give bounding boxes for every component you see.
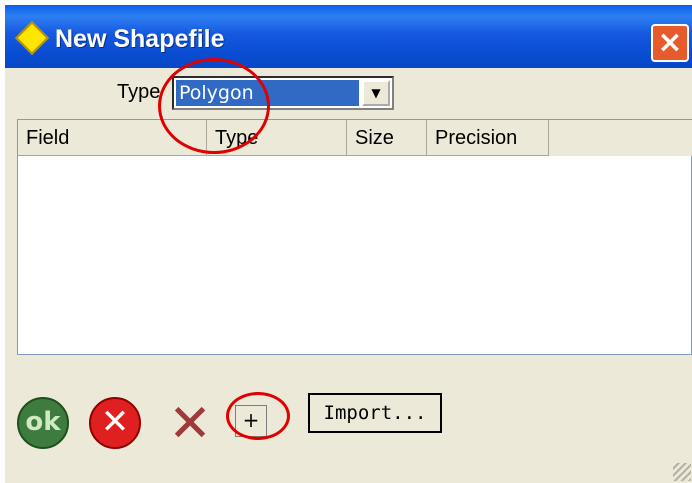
- cancel-button[interactable]: ✕: [89, 397, 141, 449]
- close-button[interactable]: ×: [651, 24, 689, 62]
- fields-table[interactable]: Field Type Size Precision: [17, 119, 692, 355]
- chevron-down-icon: ▼: [371, 86, 381, 100]
- delete-field-button[interactable]: ✕: [165, 398, 215, 450]
- cancel-icon: ✕: [100, 402, 130, 442]
- highlight-circle-add: [226, 392, 290, 440]
- diamond-icon: [15, 21, 49, 55]
- ok-button-label: ok: [25, 407, 61, 437]
- delete-icon: ✕: [168, 394, 212, 454]
- close-icon: ×: [657, 25, 683, 60]
- new-shapefile-dialog: New Shapefile × Type Polygon ▼ Field Typ…: [5, 5, 692, 483]
- resize-grip[interactable]: [673, 463, 691, 481]
- title-bar[interactable]: New Shapefile ×: [5, 5, 692, 68]
- column-header-precision[interactable]: Precision: [427, 120, 549, 156]
- type-label: Type: [117, 81, 161, 103]
- type-dropdown-button[interactable]: ▼: [362, 80, 390, 106]
- import-button[interactable]: Import...: [308, 393, 442, 433]
- table-header: Field Type Size Precision: [18, 120, 692, 156]
- column-header-size[interactable]: Size: [347, 120, 427, 156]
- window-title: New Shapefile: [55, 25, 225, 53]
- ok-button[interactable]: ok: [17, 397, 69, 449]
- highlight-circle-type: [158, 58, 270, 154]
